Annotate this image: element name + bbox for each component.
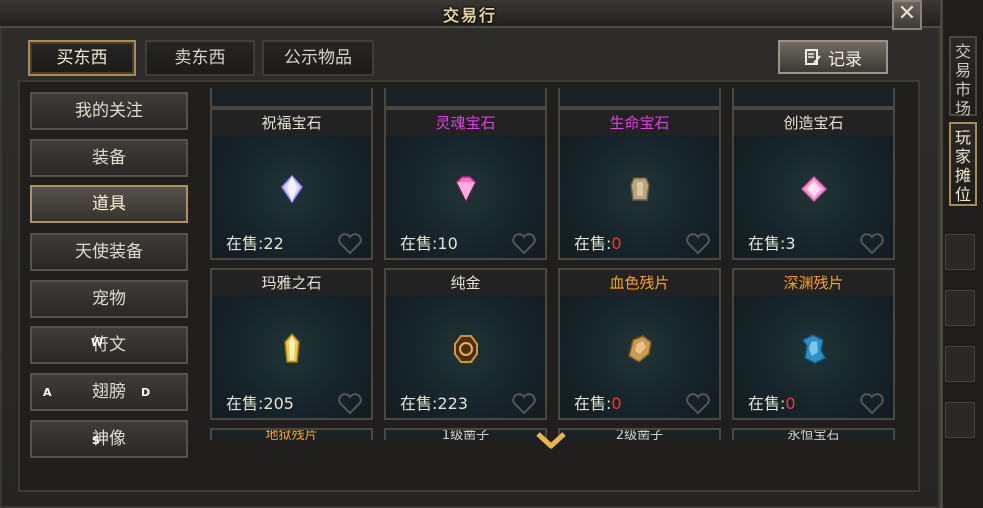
on-sale-count: 在售:0 [574, 394, 622, 413]
side-slot-icon[interactable] [945, 346, 975, 382]
notepad-pen-icon [805, 49, 821, 65]
item-grid: 祝福宝石 在售:22 灵魂宝石 在售:10 生命宝石 在售:0 创造宝石 在售:… [207, 88, 907, 440]
scroll-down-arrow-icon[interactable] [534, 430, 568, 452]
item-name: 创造宝石 [734, 110, 893, 136]
sidebar-item-wings[interactable]: 翅膀 [30, 373, 188, 411]
right-tab-player-stalls[interactable]: 玩家摊位 [949, 122, 977, 206]
side-slot-icon[interactable] [945, 290, 975, 326]
favorite-heart-icon[interactable] [859, 393, 885, 415]
item-card-partial[interactable] [558, 88, 721, 108]
item-name: 玛雅之石 [212, 270, 371, 296]
abyss-fragment-icon [801, 334, 826, 364]
key-hint-s: S [92, 434, 100, 447]
sidebar-item-favorites[interactable]: 我的关注 [30, 92, 188, 130]
blood-fragment-icon [627, 335, 652, 363]
trade-window: 交易行 ✕ 买东西 卖东西 公示物品 记录 我的关注 装备 道具 天使装备 宠物… [0, 0, 943, 508]
record-button[interactable]: 记录 [778, 40, 888, 74]
item-card[interactable]: 深渊残片 在售:0 [732, 268, 895, 420]
item-card[interactable]: 灵魂宝石 在售:10 [384, 108, 547, 260]
on-sale-count: 在售:205 [226, 394, 294, 413]
item-name: 灵魂宝石 [386, 110, 545, 136]
item-card[interactable]: 纯金 在售:223 [384, 268, 547, 420]
on-sale-count: 在售:3 [748, 234, 796, 253]
favorite-heart-icon[interactable] [685, 393, 711, 415]
item-name: 深渊残片 [734, 270, 893, 296]
sidebar-item-angel-equipment[interactable]: 天使装备 [30, 233, 188, 271]
item-card-partial[interactable]: 地狱残片 [210, 428, 373, 440]
maya-stone-icon [283, 332, 300, 363]
favorite-heart-icon[interactable] [685, 233, 711, 255]
window-title: 交易行 [442, 6, 497, 25]
item-card-partial[interactable]: 永恒宝石 [732, 428, 895, 440]
record-label: 记录 [828, 49, 862, 70]
sidebar-item-pets[interactable]: 宠物 [30, 280, 188, 318]
favorite-heart-icon[interactable] [337, 393, 363, 415]
key-hint-d: D [141, 386, 151, 399]
blessing-gem-icon [280, 174, 303, 204]
side-slot-icon[interactable] [945, 402, 975, 438]
on-sale-count: 在售:10 [400, 234, 458, 253]
item-card-partial[interactable] [732, 88, 895, 108]
item-name: 祝福宝石 [212, 110, 371, 136]
sidebar-item-items[interactable]: 道具 [30, 185, 188, 223]
soul-gem-icon [455, 176, 476, 202]
close-button[interactable]: ✕ [892, 0, 922, 30]
item-card-partial[interactable]: 1级凿子 [384, 428, 547, 440]
favorite-heart-icon[interactable] [511, 393, 537, 415]
tab-buy[interactable]: 买东西 [28, 40, 136, 76]
tab-sell[interactable]: 卖东西 [145, 40, 255, 76]
favorite-heart-icon[interactable] [511, 233, 537, 255]
creation-gem-icon [800, 175, 827, 203]
item-name: 纯金 [386, 270, 545, 296]
item-card-partial[interactable] [384, 88, 547, 108]
on-sale-count: 在售:0 [748, 394, 796, 413]
item-card-partial[interactable]: 2级凿子 [558, 428, 721, 440]
sidebar-item-runes[interactable]: 符文 [30, 326, 188, 364]
title-bar: 交易行 [0, 0, 940, 28]
tab-public-items[interactable]: 公示物品 [262, 40, 374, 76]
life-gem-icon [629, 177, 650, 201]
item-card[interactable]: 创造宝石 在售:3 [732, 108, 895, 260]
on-sale-count: 在售:0 [574, 234, 622, 253]
item-name: 生命宝石 [560, 110, 719, 136]
right-tab-market[interactable]: 交易市场 [949, 36, 977, 118]
on-sale-count: 在售:223 [400, 394, 468, 413]
pure-gold-icon [453, 335, 478, 363]
favorite-heart-icon[interactable] [859, 233, 885, 255]
sidebar-item-equipment[interactable]: 装备 [30, 139, 188, 177]
on-sale-count: 在售:22 [226, 234, 284, 253]
key-hint-w: W [91, 336, 104, 349]
item-name: 血色残片 [560, 270, 719, 296]
item-card-partial[interactable] [210, 88, 373, 108]
sidebar-item-statues[interactable]: 神像 [30, 420, 188, 458]
item-card[interactable]: 血色残片 在售:0 [558, 268, 721, 420]
key-hint-a: A [43, 386, 52, 399]
side-slot-icon[interactable] [945, 234, 975, 270]
item-card[interactable]: 玛雅之石 在售:205 [210, 268, 373, 420]
item-card[interactable]: 生命宝石 在售:0 [558, 108, 721, 260]
item-card[interactable]: 祝福宝石 在售:22 [210, 108, 373, 260]
favorite-heart-icon[interactable] [337, 233, 363, 255]
